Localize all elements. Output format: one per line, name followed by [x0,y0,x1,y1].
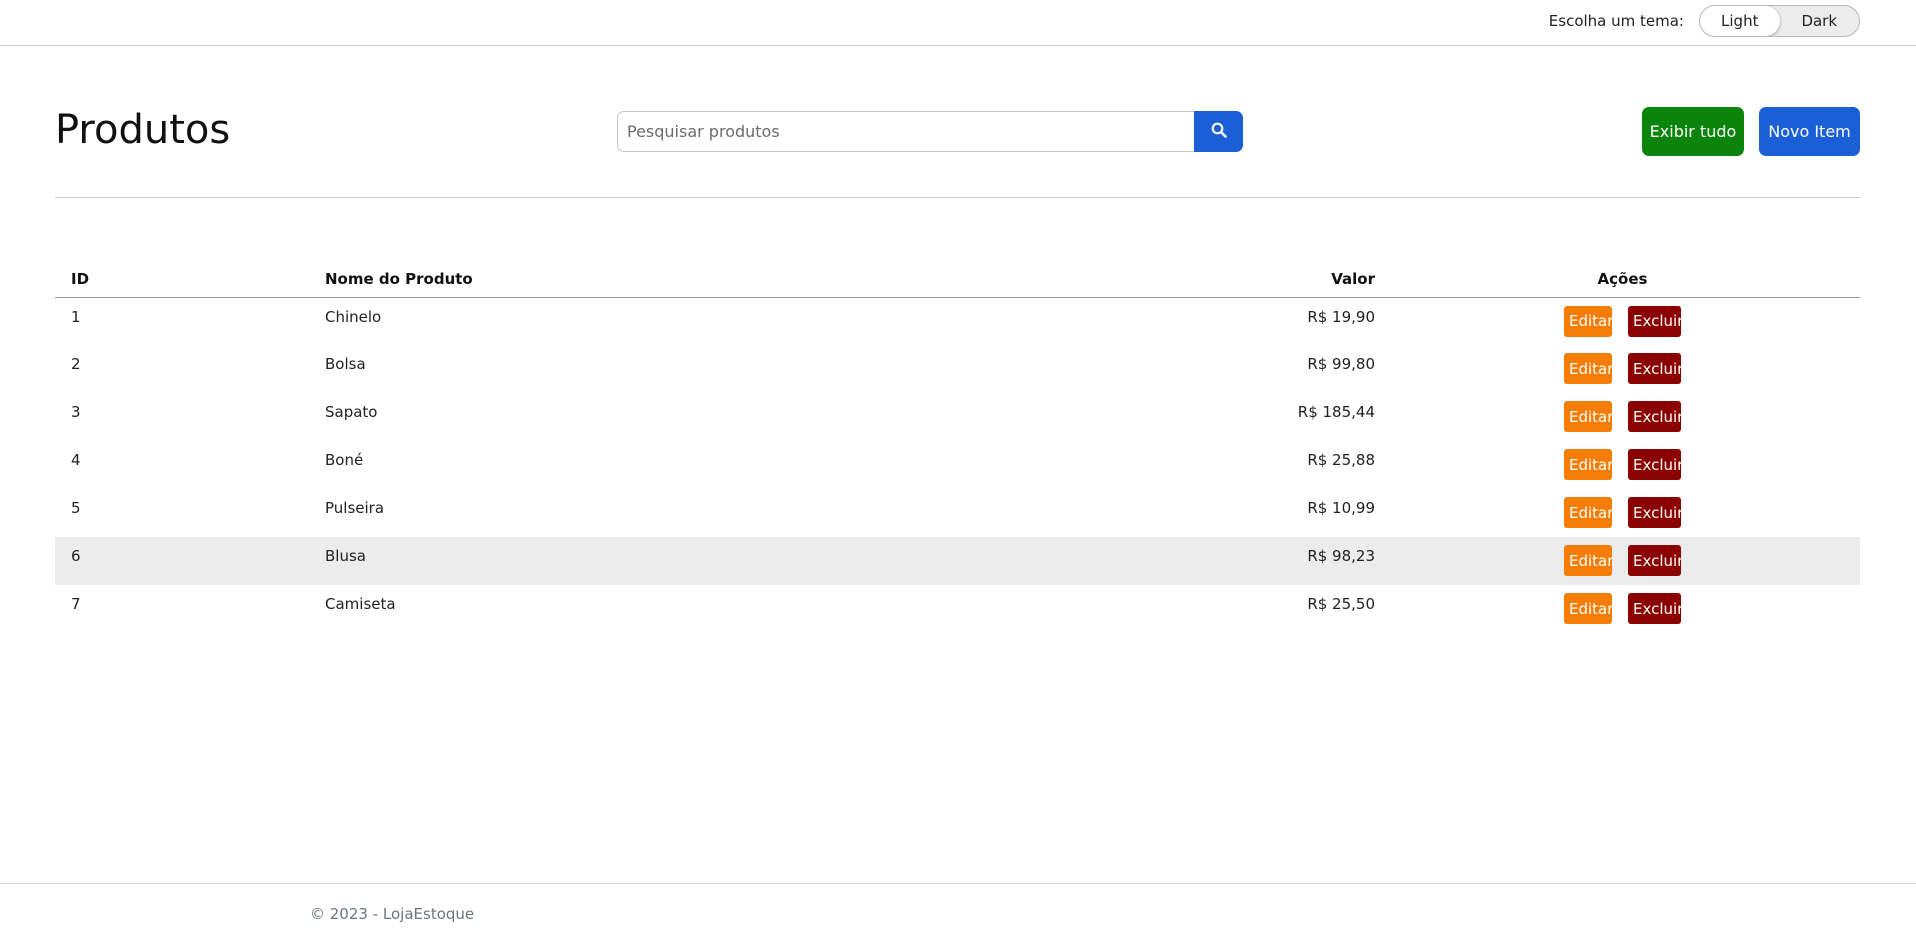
cell-actions: Editar Excluir [1375,441,1860,489]
cell-name: Blusa [325,537,975,585]
cell-name: Sapato [325,403,378,421]
delete-button[interactable]: Excluir [1628,353,1683,384]
top-bar: Escolha um tema: Light Dark [0,0,1916,46]
search-icon [1211,122,1227,141]
cell-name: Bolsa [325,355,366,373]
cell-name: Camiseta [325,595,396,613]
new-item-button[interactable]: Novo Item [1759,107,1860,156]
table-row: 7 Camiseta R$ 25,50 Editar Excluir [55,585,1860,633]
delete-button[interactable]: Excluir [1628,305,1683,337]
edit-button[interactable]: Editar [1564,401,1613,432]
cell-actions: Editar Excluir [1375,537,1860,585]
delete-button[interactable]: Excluir [1628,593,1683,624]
edit-button[interactable]: Editar [1564,353,1613,384]
products-table: ID Nome do Produto Valor Ações 1 Chinelo… [55,262,1860,633]
cell-id: 7 [71,595,81,613]
search-group [617,111,1243,152]
edit-button[interactable]: Editar [1564,305,1613,337]
table-header-row: ID Nome do Produto Valor Ações [55,262,1860,298]
theme-option-dark[interactable]: Dark [1780,6,1860,36]
cell-actions: Editar Excluir [1375,489,1860,537]
table-row: 5 Pulseira R$ 10,99 Editar Excluir [55,489,1860,537]
theme-label: Escolha um tema: [1548,12,1684,30]
cell-value: R$ 19,90 [1307,307,1375,326]
cell-value: R$ 25,88 [1307,451,1375,469]
cell-id: 3 [71,403,81,421]
footer-copyright: © 2023 - LojaEstoque [310,905,475,923]
delete-button[interactable]: Excluir [1628,401,1683,432]
cell-id: 4 [71,451,81,469]
cell-id: 1 [71,307,81,326]
table-row: 1 Chinelo R$ 19,90 Editar Excluir [55,297,1860,345]
header-divider [55,197,1860,198]
cell-actions: Editar Excluir [1375,297,1860,345]
column-header-actions: Ações [1375,262,1860,298]
cell-id: 5 [71,499,81,517]
table-row: 2 Bolsa R$ 99,80 Editar Excluir [55,345,1860,393]
search-input[interactable] [617,111,1194,152]
page-title: Produtos [55,107,231,153]
table-row: 4 Boné R$ 25,88 Editar Excluir [55,441,1860,489]
cell-value: R$ 25,50 [1307,595,1375,613]
cell-value: R$ 99,80 [1307,355,1375,373]
delete-button[interactable]: Excluir [1628,545,1683,576]
search-button[interactable] [1194,111,1243,152]
cell-actions: Editar Excluir [1375,393,1860,441]
footer: © 2023 - LojaEstoque [0,883,1916,942]
cell-id: 6 [55,537,325,585]
column-header-name: Nome do Produto [325,262,975,298]
column-header-value: Valor [975,262,1375,298]
edit-button[interactable]: Editar [1564,593,1613,624]
cell-actions: Editar Excluir [1375,585,1860,633]
cell-value: R$ 10,99 [1307,499,1375,517]
column-header-id: ID [55,262,325,298]
cell-value: R$ 98,23 [975,537,1375,585]
table-row-hovered: 6 Blusa R$ 98,23 Editar Excluir [55,537,1860,585]
table-row: 3 Sapato R$ 185,44 Editar Excluir [55,393,1860,441]
theme-toggle[interactable]: Light Dark [1699,5,1860,37]
theme-option-light[interactable]: Light [1700,6,1780,36]
edit-button[interactable]: Editar [1564,449,1613,480]
cell-actions: Editar Excluir [1375,345,1860,393]
cell-name: Pulseira [325,499,385,517]
show-all-button[interactable]: Exibir tudo [1642,107,1744,156]
delete-button[interactable]: Excluir [1628,497,1683,528]
delete-button[interactable]: Excluir [1628,449,1683,480]
edit-button[interactable]: Editar [1564,545,1613,576]
cell-value: R$ 185,44 [1297,403,1375,421]
cell-name: Chinelo [325,307,382,326]
edit-button[interactable]: Editar [1564,497,1613,528]
cell-name: Boné [325,451,364,469]
cell-id: 2 [71,355,81,373]
